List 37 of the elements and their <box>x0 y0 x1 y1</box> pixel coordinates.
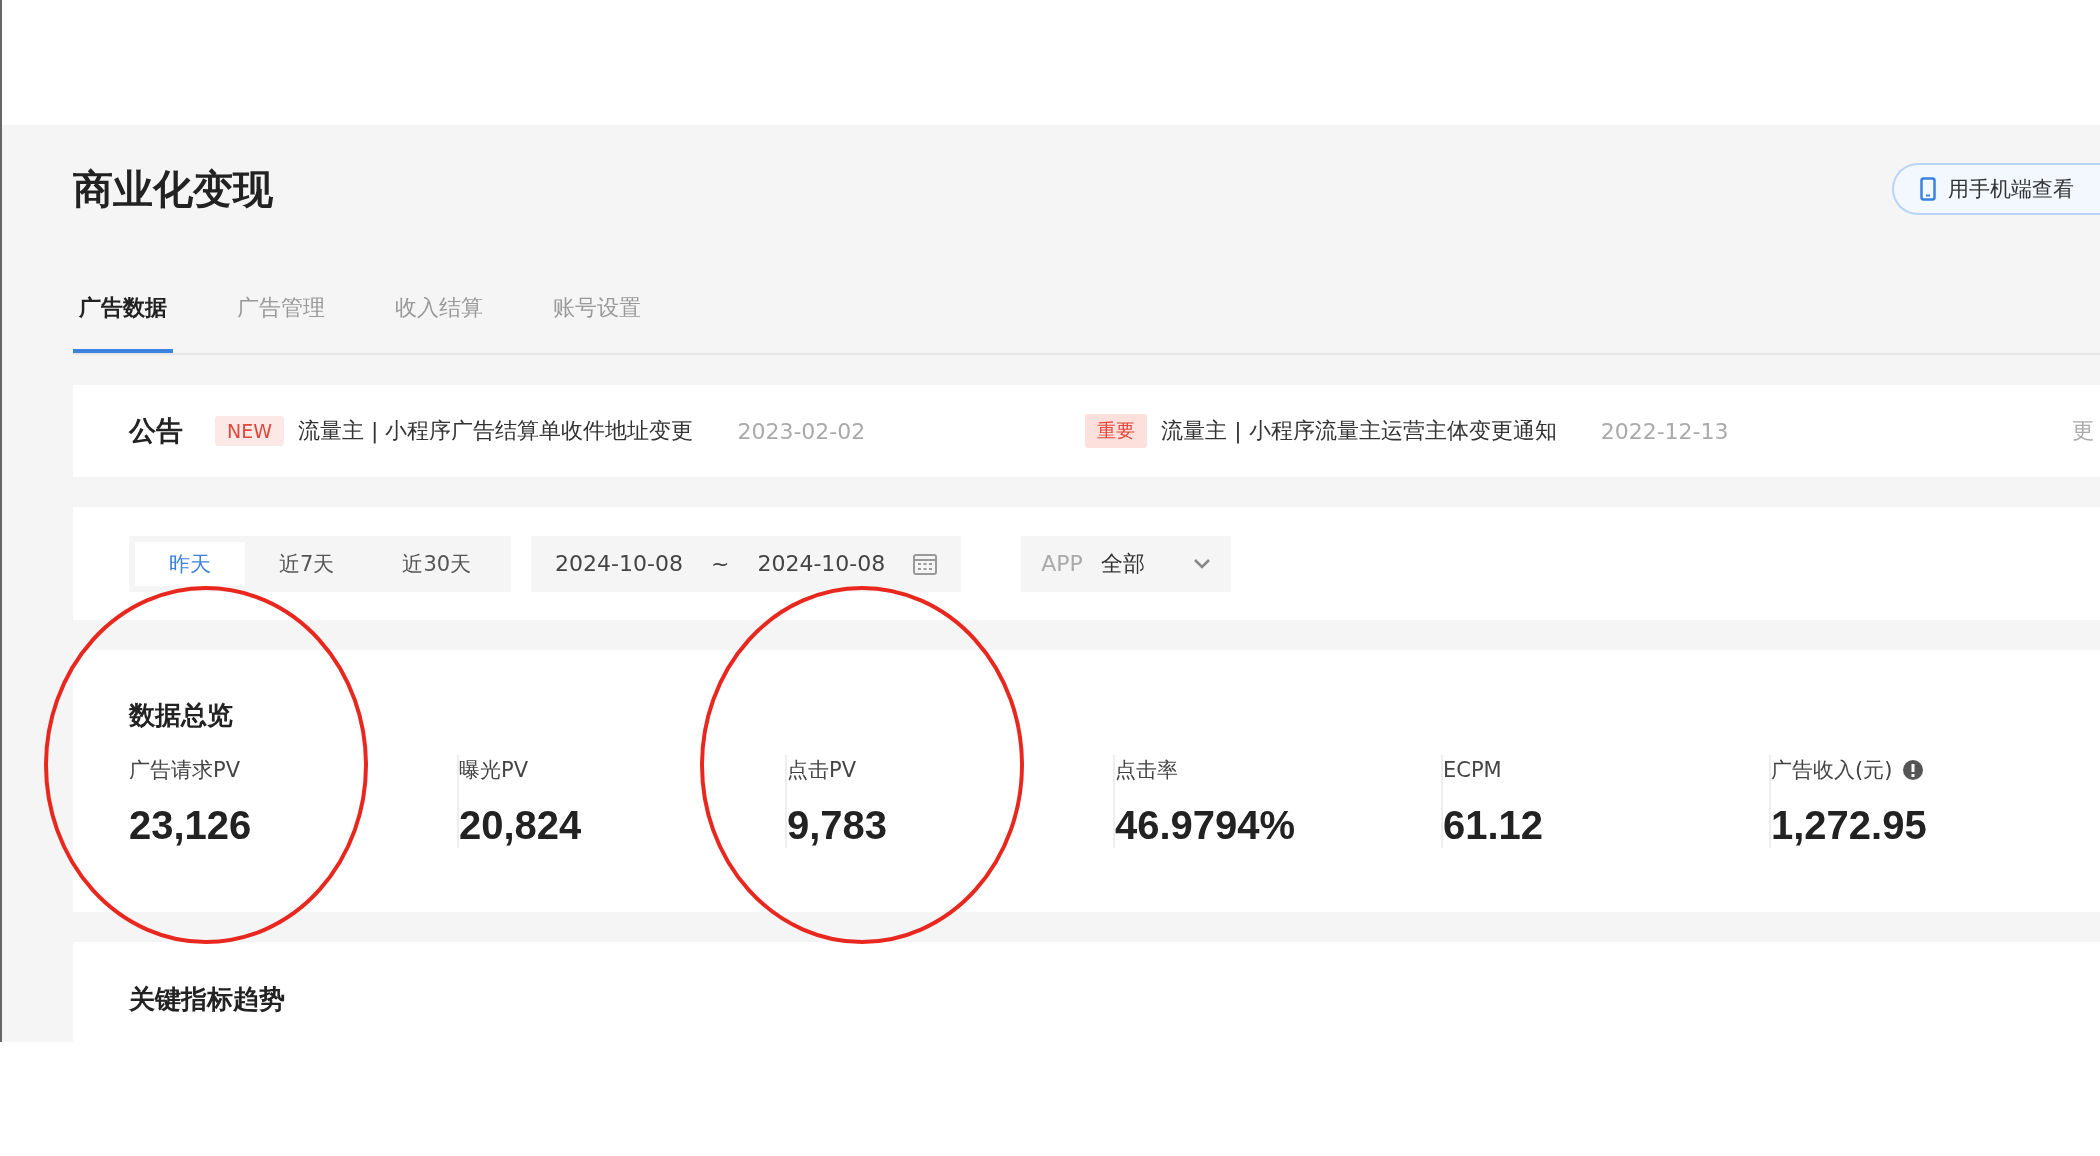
stat-value: 1,272.95 <box>1771 803 1928 848</box>
chevron-down-icon <box>1193 557 1212 570</box>
notice-tag: 重要 <box>1085 414 1148 448</box>
notice-tag: NEW <box>215 416 284 446</box>
stat-label: 点击率 <box>1115 757 1178 784</box>
notice-date: 2023-02-02 <box>737 418 866 444</box>
stat-value: 20,824 <box>459 803 583 848</box>
phone-icon <box>1920 177 1936 201</box>
overview-title: 数据总览 <box>129 699 234 732</box>
range-option[interactable]: 近7天 <box>245 541 369 586</box>
stat-label: 广告收入(元) <box>1771 757 1893 784</box>
notice-link[interactable]: 流量主 | 小程序流量主运营主体变更通知 <box>1161 416 1557 446</box>
app-select[interactable]: APP 全部 <box>1021 535 1232 592</box>
app-label: APP <box>1041 551 1083 576</box>
stat-label: 点击PV <box>787 757 857 784</box>
calendar-icon <box>913 552 938 575</box>
date-range-field[interactable]: 2024-10-08 ~ 2024-10-08 <box>531 535 962 592</box>
app-value: 全部 <box>1100 549 1146 578</box>
stat-value: 61.12 <box>1443 803 1545 848</box>
stat-value: 9,783 <box>787 803 889 848</box>
date-separator: ~ <box>710 551 730 576</box>
stat-label: 曝光PV <box>459 757 529 784</box>
stat-value: 46.9794% <box>1115 803 1297 848</box>
tab[interactable]: 广告数据 <box>73 292 173 353</box>
stat-label: ECPM <box>1443 758 1502 782</box>
notice-heading: 公告 <box>129 414 183 448</box>
stat-label: 广告请求PV <box>129 757 241 784</box>
start-date: 2024-10-08 <box>555 551 683 576</box>
range-option[interactable]: 近30天 <box>368 541 506 586</box>
trend-title: 关键指标趋势 <box>129 983 286 1016</box>
mobile-view-button[interactable]: 用手机端查看 <box>1892 163 2100 215</box>
range-option[interactable]: 昨天 <box>135 541 245 586</box>
end-date: 2024-10-08 <box>757 551 886 576</box>
page-title: 商业化变现 <box>73 164 273 214</box>
stat-value: 23,126 <box>129 803 253 848</box>
notice-date: 2022-12-13 <box>1600 418 1729 444</box>
notice-link[interactable]: 流量主 | 小程序广告结算单收件地址变更 <box>298 416 694 446</box>
